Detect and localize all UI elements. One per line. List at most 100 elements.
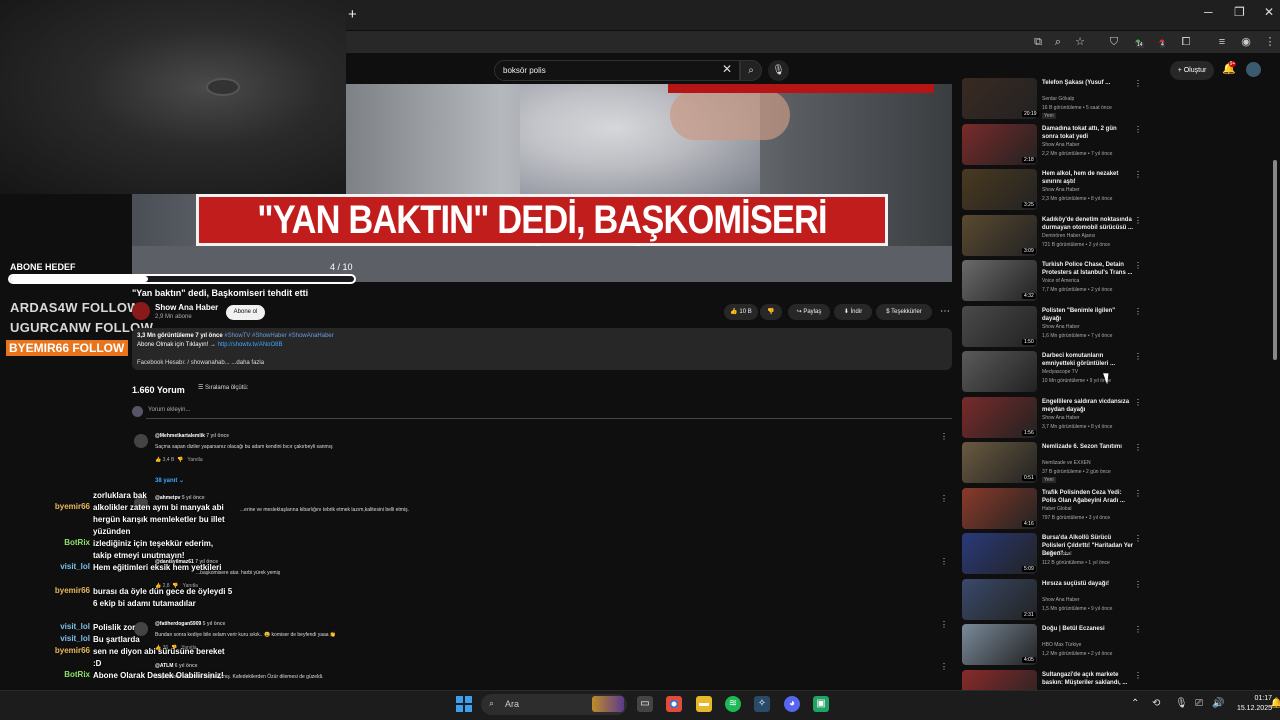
description-facebook-line[interactable]: Facebook Hesabı: / showanahab... ...daha… [137, 360, 264, 366]
network-icon[interactable]: ⎚ [1195, 698, 1203, 709]
add-comment-input[interactable]: Yorum ekleyin... [148, 407, 190, 413]
video-channel[interactable]: Demirören Haber Ajansı [1042, 233, 1095, 239]
create-button[interactable]: + Oluştur [1170, 61, 1214, 80]
video-channel[interactable]: Haber Global [1042, 506, 1071, 512]
video-title-link[interactable]: Hırsıza suçüstü dayağı! [1042, 580, 1134, 588]
file-explorer-icon[interactable]: ▬ [696, 696, 712, 712]
task-view-icon[interactable]: ▭ [637, 696, 653, 712]
channel-avatar[interactable] [132, 302, 150, 320]
subscribe-button[interactable]: Abone ol [226, 305, 265, 320]
video-channel[interactable]: Nemlizade ve EXXEN [1042, 460, 1091, 466]
comment-menu-icon[interactable]: ⋮ [940, 494, 948, 503]
video-title-link[interactable]: Hem alkol, hem de nezaket sınırını aştı! [1042, 170, 1134, 186]
comment-menu-icon[interactable]: ⋮ [940, 432, 948, 441]
video-menu-icon[interactable]: ⋮ [1134, 625, 1142, 634]
video-channel[interactable]: Voice of America [1042, 278, 1079, 284]
video-channel[interactable]: Show Ana Haber [1042, 187, 1080, 193]
dislike-button[interactable]: 👎 [760, 304, 782, 320]
comment-actions[interactable]: 👍 3,4 B 👎 Yanıtla [155, 457, 203, 463]
profile-icon[interactable]: ◉ [1238, 34, 1254, 50]
video-channel[interactable]: Haber Global [1042, 551, 1071, 557]
description-link[interactable]: http://showtv.tv/ANoO8B [218, 342, 283, 348]
video-meta: 37 B görüntüleme • 2 gün önce [1042, 469, 1111, 475]
comment-avatar[interactable] [134, 434, 148, 448]
tray-mic-icon[interactable]: 🎙 [1175, 698, 1188, 709]
notification-center-icon[interactable]: 🔔 [1270, 698, 1280, 709]
maximize-icon[interactable]: ❐ [1234, 5, 1245, 19]
video-menu-icon[interactable]: ⋮ [1134, 79, 1142, 88]
video-title-link[interactable]: Engellilere saldıran vicdansıza meydan d… [1042, 398, 1134, 414]
comment-menu-icon[interactable]: ⋮ [940, 620, 948, 629]
browser-menu-icon[interactable]: ⋮ [1262, 34, 1278, 50]
page-scrollbar-thumb[interactable] [1273, 160, 1277, 360]
zoom-icon[interactable]: ⌕ [1050, 34, 1066, 50]
video-channel[interactable]: Show Ana Haber [1042, 597, 1080, 603]
video-title-link[interactable]: Kadıköy'de denetim noktasında durmayan o… [1042, 216, 1134, 232]
voice-search-button[interactable]: 🎙 [768, 60, 789, 81]
install-app-icon[interactable]: ⧉ [1030, 34, 1046, 50]
video-thumbnail[interactable] [962, 351, 1037, 392]
search-button[interactable]: ⌕ [740, 60, 762, 81]
video-menu-icon[interactable]: ⋮ [1134, 216, 1142, 225]
video-title-link[interactable]: Nemlizade 6. Sezon Tanıtımı [1042, 443, 1134, 451]
video-channel[interactable]: Medyascope TV [1042, 369, 1078, 375]
description-tags[interactable]: #ShowTV #ShowHaber #ShowAnaHaber [224, 333, 333, 339]
video-title-link[interactable]: Sultangazi'de açık markete baskın: Müşte… [1042, 671, 1134, 687]
whatsapp-icon[interactable]: ▣ [813, 696, 829, 712]
comment-menu-icon[interactable]: ⋮ [940, 662, 948, 671]
view-replies-button[interactable]: 38 yanıt ⌄ [155, 477, 184, 484]
video-title-link[interactable]: Polisten "Benimle ilgilen" dayağı [1042, 307, 1134, 323]
tray-overflow-icon[interactable]: ⌃ [1131, 698, 1139, 709]
video-title-link[interactable]: Doğu | Betül Eczanesi [1042, 625, 1134, 633]
bookmark-star-icon[interactable]: ☆ [1072, 34, 1088, 50]
video-title-link[interactable]: Darbeci komutanların emniyetteki görüntü… [1042, 352, 1134, 368]
video-channel[interactable]: Show Ana Haber [1042, 324, 1080, 330]
video-channel[interactable]: Show Ana Haber [1042, 415, 1080, 421]
video-menu-icon[interactable]: ⋮ [1134, 352, 1142, 361]
discord-icon[interactable]: ◕ [784, 696, 800, 712]
video-menu-icon[interactable]: ⋮ [1134, 534, 1142, 543]
download-button[interactable]: ⬇ İndir [834, 304, 872, 320]
video-title-link[interactable]: Turkish Police Chase, Detain Protesters … [1042, 261, 1134, 277]
comment-menu-icon[interactable]: ⋮ [940, 557, 948, 566]
thanks-button[interactable]: $ Teşekkürler [876, 304, 932, 320]
chrome-icon[interactable] [666, 696, 682, 712]
video-title-link[interactable]: Trafik Polisinden Ceza Yedi: Polis Olan … [1042, 489, 1134, 505]
video-channel[interactable]: Show Ana Haber [1042, 142, 1080, 148]
video-menu-icon[interactable]: ⋮ [1134, 170, 1142, 179]
video-menu-icon[interactable]: ⋮ [1134, 398, 1142, 407]
tray-app-icon[interactable]: ⟲ [1152, 698, 1160, 709]
video-channel[interactable]: Serdar Gökalp [1042, 96, 1074, 102]
url-field[interactable] [346, 31, 1026, 53]
media-control-icon[interactable]: ≡ [1214, 34, 1230, 50]
channel-name[interactable]: Show Ana Haber [155, 303, 218, 312]
account-avatar[interactable] [1246, 62, 1261, 77]
minimize-icon[interactable]: ─ [1204, 5, 1213, 19]
like-button[interactable]: 👍 10 B [724, 304, 758, 320]
video-menu-icon[interactable]: ⋮ [1134, 125, 1142, 134]
app-icon[interactable]: ✧ [754, 696, 770, 712]
video-title-link[interactable]: Damadına tokat attı, 2 gün sonra tokat y… [1042, 125, 1134, 141]
video-menu-icon[interactable]: ⋮ [1134, 261, 1142, 270]
sort-comments-button[interactable]: ☰ Sıralama ölçütü: [198, 384, 248, 391]
shield-extension-icon[interactable]: ⛉ [1106, 34, 1122, 50]
video-channel[interactable]: HBO Max Türkiye [1042, 642, 1081, 648]
close-icon[interactable]: ✕ [1264, 5, 1274, 19]
video-menu-icon[interactable]: ⋮ [1134, 307, 1142, 316]
video-menu-icon[interactable]: ⋮ [1134, 443, 1142, 452]
windows-start-icon[interactable] [456, 696, 472, 712]
video-menu-icon[interactable]: ⋮ [1134, 671, 1142, 680]
spotify-icon[interactable]: ≋ [725, 696, 741, 712]
video-menu-icon[interactable]: ⋮ [1134, 580, 1142, 589]
clear-search-icon[interactable]: ✕ [722, 62, 732, 76]
new-tab-button[interactable]: + [348, 6, 357, 23]
system-clock[interactable]: 01:17 15.12.2025 [1218, 694, 1272, 714]
comment-user[interactable]: @Mehmetkartalemlik 7 yıl önce [155, 433, 229, 439]
more-actions-icon[interactable]: ⋯ [938, 304, 952, 320]
search-input[interactable]: boksör polis [494, 60, 740, 81]
video-menu-icon[interactable]: ⋮ [1134, 489, 1142, 498]
extensions-puzzle-icon[interactable]: ⧠ [1178, 34, 1194, 50]
video-duration: 1:56 [1022, 429, 1036, 436]
video-title-link[interactable]: Telefon Şakası (Yusuf ... [1042, 79, 1134, 87]
share-button[interactable]: ↪ Paylaş [788, 304, 830, 320]
